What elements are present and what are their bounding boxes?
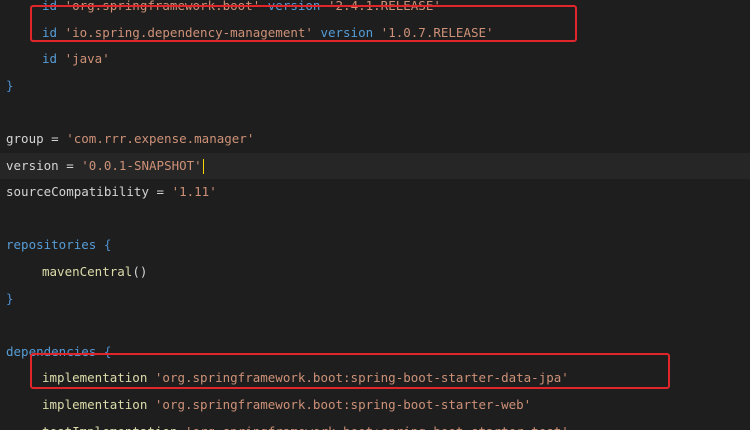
code-token: '1.11' (171, 184, 217, 200)
code-token: version (6, 157, 67, 173)
code-token: () (132, 264, 148, 279)
code-line[interactable]: sourceCompatibility = '1.11' (0, 179, 750, 206)
code-token: group (6, 131, 52, 146)
code-line[interactable]: testImplementation 'org.springframework.… (0, 419, 750, 430)
code-line-content: } (6, 73, 14, 100)
code-line[interactable]: } (0, 73, 750, 100)
code-token: id (42, 0, 65, 13)
code-token: { (103, 343, 112, 359)
code-line[interactable] (0, 99, 750, 126)
code-line[interactable]: id 'io.spring.dependency-management' ver… (0, 20, 750, 47)
code-line-content: id 'org.springframework.boot' version '2… (6, 0, 441, 20)
code-line[interactable]: implementation 'org.springframework.boot… (0, 392, 750, 419)
code-token: '2.4.1.RELEASE' (328, 0, 441, 13)
code-token: implementation (42, 370, 155, 386)
code-token: { (103, 237, 112, 253)
code-line[interactable] (0, 312, 750, 339)
code-token: testImplementation (42, 424, 185, 430)
code-line-content: testImplementation 'org.springframework.… (6, 419, 569, 430)
code-token: } (6, 290, 14, 306)
code-line-content: repositories { (6, 232, 111, 259)
code-line[interactable]: dependencies { (0, 339, 750, 366)
code-token: version (320, 24, 381, 40)
code-token: 'org.springframework.boot:spring-boot-st… (185, 424, 569, 430)
code-line[interactable]: repositories { (0, 232, 750, 259)
code-editor[interactable]: id 'org.springframework.boot' version '2… (0, 0, 750, 430)
code-line-content: } (6, 286, 14, 313)
code-token: = (156, 184, 172, 200)
code-line-content: implementation 'org.springframework.boot… (6, 392, 531, 419)
code-token: sourceCompatibility (6, 184, 157, 200)
code-line-content: implementation 'org.springframework.boot… (6, 365, 569, 392)
code-line-content: version = '0.0.1-SNAPSHOT' (6, 153, 205, 180)
code-line[interactable]: mavenCentral() (0, 259, 750, 286)
code-token: 'com.rrr.expense.manager' (66, 131, 255, 146)
code-line-content: group = 'com.rrr.expense.manager' (6, 126, 254, 153)
code-token: 'io.spring.dependency-management' (64, 24, 321, 40)
code-line-content: sourceCompatibility = '1.11' (6, 179, 217, 206)
code-line-content: id 'java' (6, 46, 110, 73)
code-line[interactable]: } (0, 286, 750, 313)
code-token: repositories (6, 237, 104, 253)
code-line[interactable]: version = '0.0.1-SNAPSHOT' (0, 152, 750, 180)
code-token: 'org.springframework.boot:spring-boot-st… (154, 397, 532, 412)
code-token: '0.0.1-SNAPSHOT' (81, 157, 202, 173)
code-token: dependencies (6, 343, 104, 359)
code-token: implementation (42, 397, 155, 412)
code-line[interactable]: group = 'com.rrr.expense.manager' (0, 126, 750, 153)
code-token: id (42, 24, 65, 40)
code-token: 'org.springframework.boot:spring-boot-st… (154, 370, 569, 386)
code-line-content: id 'io.spring.dependency-management' ver… (6, 20, 494, 47)
code-token: 'java' (64, 51, 110, 67)
code-token: mavenCentral (42, 264, 133, 279)
code-line[interactable] (0, 206, 750, 233)
code-line-content: dependencies { (6, 339, 111, 366)
code-line[interactable]: implementation 'org.springframework.boot… (0, 365, 750, 392)
text-cursor (202, 158, 205, 174)
code-token: = (66, 157, 82, 173)
code-token: version (267, 0, 328, 13)
code-token: = (51, 131, 67, 146)
code-token: '1.0.7.RELEASE' (380, 24, 494, 40)
code-token: 'org.springframework.boot' (64, 0, 268, 13)
code-token: } (6, 77, 14, 93)
code-line[interactable]: id 'org.springframework.boot' version '2… (0, 0, 750, 20)
code-line-content: mavenCentral() (6, 259, 147, 286)
code-line[interactable]: id 'java' (0, 46, 750, 73)
code-token: id (42, 51, 65, 67)
